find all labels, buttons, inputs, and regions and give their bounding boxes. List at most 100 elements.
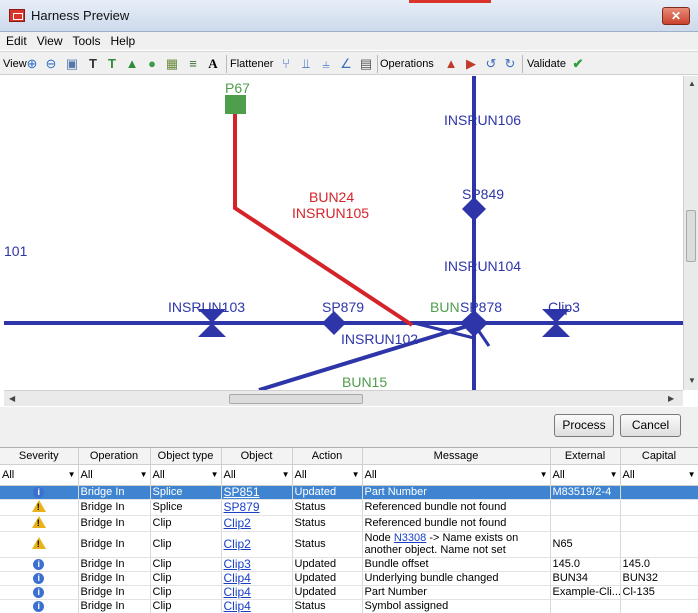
process-button[interactable]: Process — [554, 414, 614, 437]
table-row[interactable]: i Bridge In Clip Clip4 Updated Underlyin… — [0, 571, 698, 586]
text-tool-icon[interactable]: T — [86, 57, 100, 71]
external-cell: M83519/2-4 — [550, 485, 621, 500]
column-header-object-type[interactable]: Object type — [150, 448, 222, 465]
chevron-down-icon[interactable]: ▼ — [610, 470, 618, 479]
chevron-down-icon[interactable]: ▼ — [540, 470, 548, 479]
layers-icon[interactable]: ≡ — [186, 57, 200, 71]
table-row[interactable]: Bridge In Clip Clip2 Status Referenced b… — [0, 515, 698, 532]
column-header-operation[interactable]: Operation — [78, 448, 151, 465]
vertical-scrollbar[interactable]: ▲ ▼ — [683, 76, 698, 390]
filter-operation[interactable]: All ▼ — [78, 464, 151, 486]
table-row[interactable]: i Bridge In Clip Clip4 Updated Part Numb… — [0, 585, 698, 600]
filter-message[interactable]: All ▼ — [362, 464, 551, 486]
flatten-branch-icon[interactable]: ⑂ — [279, 57, 293, 71]
horizontal-scroll-thumb[interactable] — [229, 394, 363, 404]
text-tool-green-icon[interactable]: T — [105, 57, 119, 71]
filter-value: All — [294, 468, 307, 481]
checkmark-icon[interactable]: ✔ — [571, 57, 585, 71]
menu-help[interactable]: Help — [105, 32, 140, 48]
column-header-capital[interactable]: Capital — [620, 448, 698, 465]
flatten-join-icon[interactable]: ⫨ — [319, 57, 333, 71]
object-link[interactable]: Clip2 — [224, 516, 251, 530]
message-cell: Underlying bundle changed — [362, 571, 551, 586]
rotate-ccw-icon[interactable]: ↺ — [484, 57, 498, 71]
connector-p67[interactable] — [225, 95, 246, 114]
scroll-down-icon[interactable]: ▼ — [688, 376, 696, 385]
chevron-down-icon[interactable]: ▼ — [282, 470, 290, 479]
action-cell: Updated — [292, 557, 363, 572]
menu-view[interactable]: View — [31, 32, 67, 48]
object-link[interactable]: Clip4 — [224, 585, 251, 598]
filter-action[interactable]: All ▼ — [292, 464, 363, 486]
column-header-message[interactable]: Message — [362, 448, 551, 465]
toolbar-separator — [377, 55, 378, 73]
tree-icon[interactable]: ▲ — [125, 57, 139, 71]
flatten-angle-icon[interactable]: ∠ — [339, 57, 353, 71]
vertical-scroll-thumb[interactable] — [686, 210, 696, 262]
chevron-down-icon[interactable]: ▼ — [688, 470, 696, 479]
external-cell: N65 — [550, 531, 621, 558]
action-cell: Status — [292, 599, 363, 613]
flatten-doc-icon[interactable]: ▤ — [359, 57, 373, 71]
table-row[interactable]: Bridge In Splice SP879 Status Referenced… — [0, 499, 698, 516]
object-type-cell: Splice — [150, 499, 222, 516]
filter-severity[interactable]: All ▼ — [0, 464, 79, 486]
zoom-in-icon[interactable]: ⊕ — [25, 57, 39, 71]
clip-insrun103-b[interactable] — [198, 323, 226, 337]
flip-icon[interactable]: ▶ — [464, 57, 478, 71]
harness-canvas[interactable]: P67 INSRUN106 BUN24 INSRUN105 SP849 101 … — [4, 76, 683, 390]
column-header-severity[interactable]: Severity — [0, 448, 79, 465]
table-row[interactable]: i Bridge In Clip Clip4 Status Symbol ass… — [0, 599, 698, 613]
object-link[interactable]: Clip2 — [224, 537, 251, 551]
scroll-left-icon[interactable]: ◀ — [9, 394, 15, 403]
filter-external[interactable]: All ▼ — [550, 464, 621, 486]
table-row[interactable]: i Bridge In Splice SP851 Updated Part Nu… — [0, 485, 698, 500]
message-prefix: Node — [364, 532, 394, 544]
severity-cell — [0, 531, 79, 558]
column-header-object[interactable]: Object — [221, 448, 293, 465]
text-a-icon[interactable]: A — [206, 57, 220, 71]
app-icon — [9, 9, 25, 22]
operations-label: Operations — [380, 58, 434, 70]
node-icon[interactable]: ● — [145, 57, 159, 71]
chevron-down-icon[interactable]: ▼ — [211, 470, 219, 479]
column-header-action[interactable]: Action — [292, 448, 363, 465]
menu-edit[interactable]: Edit — [0, 32, 31, 48]
object-link[interactable]: SP879 — [224, 500, 260, 514]
label-insrun104: INSRUN104 — [444, 258, 521, 274]
zoom-fit-icon[interactable]: ▣ — [65, 57, 79, 71]
object-cell: Clip4 — [221, 599, 293, 613]
validate-label[interactable]: Validate — [527, 56, 566, 72]
object-link[interactable]: Clip4 — [224, 571, 251, 584]
zoom-out-icon[interactable]: ⊖ — [44, 57, 58, 71]
warning-icon — [31, 515, 46, 529]
grid-icon[interactable]: ▦ — [165, 57, 179, 71]
filter-object-type[interactable]: All ▼ — [150, 464, 222, 486]
cancel-button[interactable]: Cancel — [620, 414, 681, 437]
filter-object[interactable]: All ▼ — [221, 464, 293, 486]
chevron-down-icon[interactable]: ▼ — [68, 470, 76, 479]
object-link[interactable]: SP851 — [224, 485, 260, 498]
column-header-external[interactable]: External — [550, 448, 621, 465]
clip-clip3-b[interactable] — [542, 323, 570, 337]
operation-cell: Bridge In — [78, 485, 151, 500]
info-icon: i — [33, 573, 45, 584]
node-link[interactable]: N3308 — [394, 532, 426, 544]
chevron-down-icon[interactable]: ▼ — [352, 470, 360, 479]
object-link[interactable]: Clip4 — [224, 599, 251, 612]
filter-capital[interactable]: All ▼ — [620, 464, 698, 486]
harness-diagram[interactable]: P67 INSRUN106 BUN24 INSRUN105 SP849 101 … — [4, 76, 683, 390]
external-cell: 145.0 — [550, 557, 621, 572]
scroll-right-icon[interactable]: ▶ — [668, 394, 674, 403]
rotate-cw-icon[interactable]: ↻ — [503, 57, 517, 71]
table-row[interactable]: i Bridge In Clip Clip3 Updated Bundle of… — [0, 557, 698, 572]
mirror-icon[interactable]: ▲ — [444, 57, 458, 71]
object-link[interactable]: Clip3 — [224, 557, 251, 570]
table-row[interactable]: Bridge In Clip Clip2 Status Node N3308 -… — [0, 531, 698, 558]
scroll-up-icon[interactable]: ▲ — [688, 79, 696, 88]
flatten-split-icon[interactable]: ⫫ — [299, 57, 313, 71]
horizontal-scrollbar[interactable]: ◀ ▶ — [4, 390, 683, 406]
chevron-down-icon[interactable]: ▼ — [140, 470, 148, 479]
close-button[interactable]: ✕ — [662, 7, 690, 25]
menu-tools[interactable]: Tools — [66, 32, 104, 48]
